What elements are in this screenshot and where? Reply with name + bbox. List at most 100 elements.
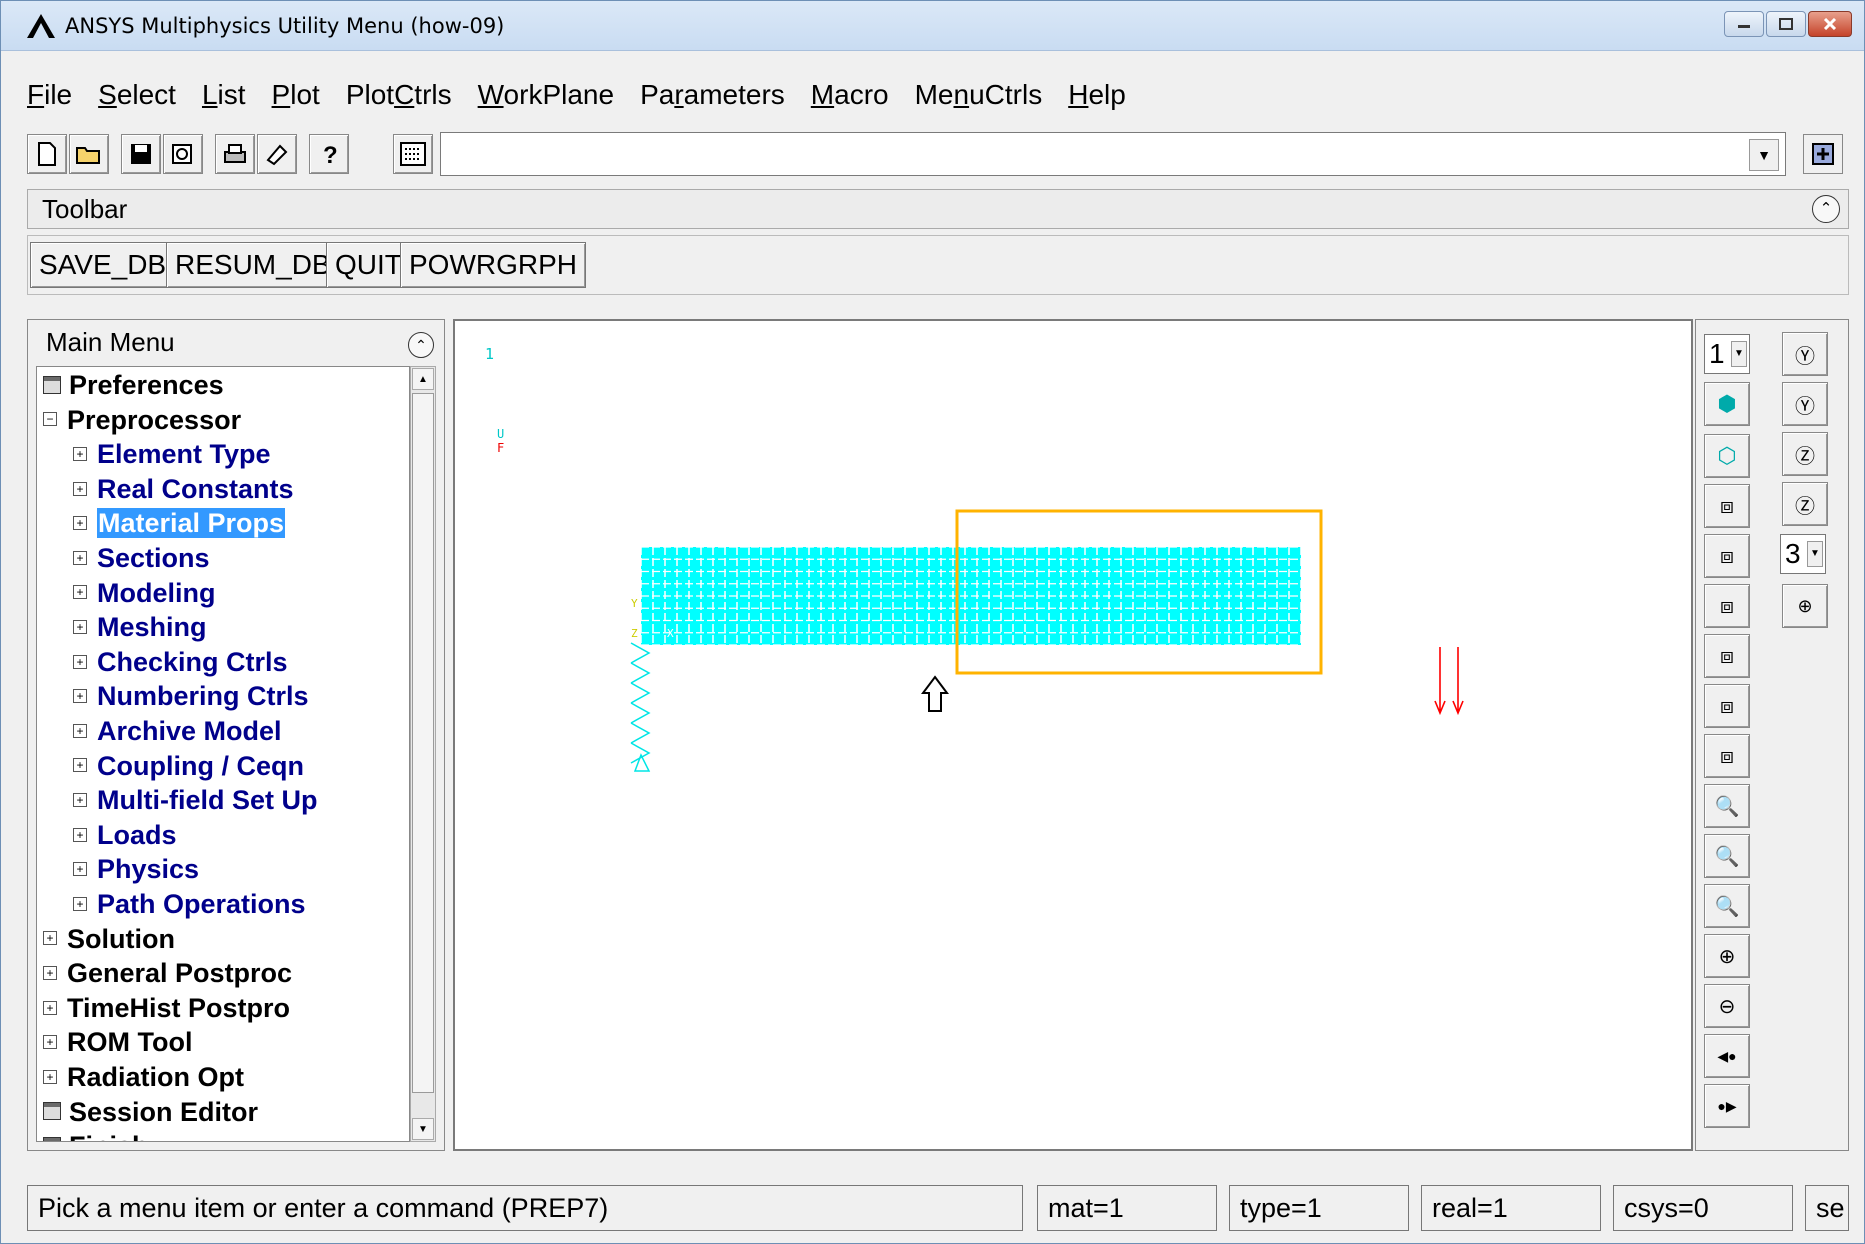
main-menu-item[interactable]: Finish — [43, 1129, 149, 1141]
expand-icon[interactable]: + — [73, 620, 87, 635]
expand-icon[interactable]: + — [73, 550, 87, 565]
main-menu-item[interactable]: + Element Type — [73, 437, 271, 471]
command-input[interactable] — [440, 132, 1786, 176]
help-button[interactable]: ? — [309, 134, 349, 174]
menu-item[interactable]: File — [27, 79, 72, 111]
main-menu-item[interactable]: Preferences — [43, 368, 224, 402]
rotate-z-pos-button[interactable]: Ⓩ — [1782, 432, 1828, 476]
new-file-button[interactable] — [27, 134, 67, 174]
main-menu-item[interactable]: + Coupling / Ceqn — [73, 749, 304, 783]
left-view-button[interactable]: ⧈ — [1704, 684, 1750, 728]
menu-item[interactable]: Help — [1068, 79, 1126, 111]
menu-item[interactable]: MenuCtrls — [915, 79, 1043, 111]
zoom-in-button[interactable]: ⊕ — [1704, 934, 1750, 978]
main-menu-item[interactable]: + Numbering Ctrls — [73, 679, 309, 713]
rotate-y-pos-button[interactable]: Ⓨ — [1782, 332, 1828, 376]
main-menu-item[interactable]: + Material Props — [73, 506, 286, 540]
back-view-button[interactable]: ⧈ — [1704, 534, 1750, 578]
scroll-thumb[interactable] — [412, 393, 434, 1093]
zoom-out-button[interactable]: ⊖ — [1704, 984, 1750, 1028]
scroll-down-button[interactable]: ▼ — [412, 1118, 434, 1140]
menu-item[interactable]: Parameters — [640, 79, 785, 111]
expand-icon[interactable]: + — [73, 516, 87, 531]
menu-item[interactable]: List — [202, 79, 246, 111]
menu-item[interactable]: Select — [98, 79, 176, 111]
main-menu-item[interactable]: + Checking Ctrls — [73, 645, 288, 679]
bottom-view-button[interactable]: ⧈ — [1704, 634, 1750, 678]
menu-item[interactable]: Plot — [272, 79, 320, 111]
expand-icon[interactable]: + — [73, 758, 87, 773]
toggle-toolbar-button[interactable] — [1803, 134, 1843, 174]
hide-toolbar-button[interactable] — [257, 134, 297, 174]
main-menu-collapse-button[interactable]: ⌃ — [408, 332, 434, 358]
expand-icon[interactable]: + — [43, 966, 57, 981]
expand-icon[interactable]: + — [73, 585, 87, 600]
main-menu-item[interactable]: Session Editor — [43, 1095, 258, 1129]
expand-icon[interactable]: + — [73, 654, 87, 669]
main-menu-item[interactable]: + Multi-field Set Up — [73, 783, 317, 817]
main-menu-item[interactable]: + Meshing — [73, 610, 207, 644]
expand-icon[interactable]: + — [73, 689, 87, 704]
main-menu-item[interactable]: + Path Operations — [73, 887, 306, 921]
report-button[interactable] — [163, 134, 203, 174]
oblique-view-button[interactable]: ⬡ — [1704, 434, 1750, 478]
main-menu-item[interactable]: − Preprocessor — [43, 403, 241, 437]
command-history-dropdown[interactable]: ▼ — [1749, 139, 1779, 171]
top-view-button[interactable]: ⧈ — [1704, 584, 1750, 628]
main-menu-item[interactable]: + Loads — [73, 818, 177, 852]
main-menu-item[interactable]: + Solution — [43, 922, 175, 956]
powrgrph-button[interactable]: POWRGRPH — [400, 242, 586, 288]
main-menu-item[interactable]: + ROM Tool — [43, 1025, 192, 1059]
expand-icon[interactable]: + — [73, 793, 87, 808]
menu-item[interactable]: WorkPlane — [478, 79, 614, 111]
expand-icon[interactable]: + — [73, 447, 87, 462]
expand-icon[interactable]: + — [73, 827, 87, 842]
rotate-z-neg-button[interactable]: Ⓩ — [1782, 482, 1828, 526]
rotate-increment-select[interactable]: 3 ▼ — [1780, 534, 1826, 574]
pan-left-button[interactable]: ◀● — [1704, 1034, 1750, 1078]
main-menu-item[interactable]: + Sections — [73, 541, 210, 575]
save-db-button[interactable]: SAVE_DB — [30, 242, 176, 288]
expand-icon[interactable]: + — [43, 931, 57, 946]
right-view-button[interactable]: ⧈ — [1704, 734, 1750, 778]
main-menu-scrollbar[interactable]: ▲ ▼ — [410, 366, 436, 1142]
toolbar-collapse-button[interactable]: ⌃ — [1812, 195, 1840, 223]
dynamic-mode-button[interactable]: ⊕ — [1782, 584, 1828, 628]
minimize-button[interactable] — [1724, 11, 1764, 37]
expand-icon[interactable]: + — [43, 1000, 57, 1015]
expand-icon[interactable]: + — [73, 723, 87, 738]
collapse-icon[interactable]: − — [43, 412, 57, 427]
expand-icon[interactable]: + — [43, 1069, 57, 1084]
main-menu-item[interactable]: + TimeHist Postpro — [43, 991, 290, 1025]
graphics-window[interactable]: 1 U F Y Z X — [453, 319, 1693, 1151]
menu-item[interactable]: PlotCtrls — [346, 79, 452, 111]
maximize-button[interactable] — [1766, 11, 1806, 37]
fit-view-button[interactable]: 🔍 — [1704, 784, 1750, 828]
expand-icon[interactable]: + — [73, 896, 87, 911]
main-menu-item[interactable]: + Radiation Opt — [43, 1060, 244, 1094]
main-menu-item[interactable]: + Modeling — [73, 576, 215, 610]
print-button[interactable] — [215, 134, 255, 174]
save-file-button[interactable] — [121, 134, 161, 174]
main-menu-item[interactable]: + Physics — [73, 852, 199, 886]
box-zoom-button[interactable]: 🔍 — [1704, 884, 1750, 928]
expand-icon[interactable]: + — [73, 862, 87, 877]
resum-db-button[interactable]: RESUM_DB — [166, 242, 340, 288]
expand-icon[interactable]: + — [73, 481, 87, 496]
rotate-y-neg-button[interactable]: Ⓨ — [1782, 382, 1828, 426]
main-menu-item[interactable]: + Archive Model — [73, 714, 282, 748]
scroll-up-button[interactable]: ▲ — [412, 368, 434, 390]
iso-view-button[interactable]: ⬢ — [1704, 382, 1750, 426]
open-file-button[interactable] — [69, 134, 109, 174]
menu-item[interactable]: Macro — [811, 79, 889, 111]
pan-right-button[interactable]: ●▶ — [1704, 1084, 1750, 1128]
main-menu-item[interactable]: + General Postproc — [43, 956, 292, 990]
keyboard-input-button[interactable] — [393, 134, 433, 174]
zoom-button[interactable]: 🔍 — [1704, 834, 1750, 878]
quit-button[interactable]: QUIT — [326, 242, 411, 288]
main-menu-item[interactable]: + Real Constants — [73, 472, 294, 506]
front-view-button[interactable]: ⧈ — [1704, 484, 1750, 528]
close-button[interactable] — [1808, 11, 1852, 37]
window-select[interactable]: 1 ▼ — [1704, 334, 1750, 374]
expand-icon[interactable]: + — [43, 1035, 57, 1050]
